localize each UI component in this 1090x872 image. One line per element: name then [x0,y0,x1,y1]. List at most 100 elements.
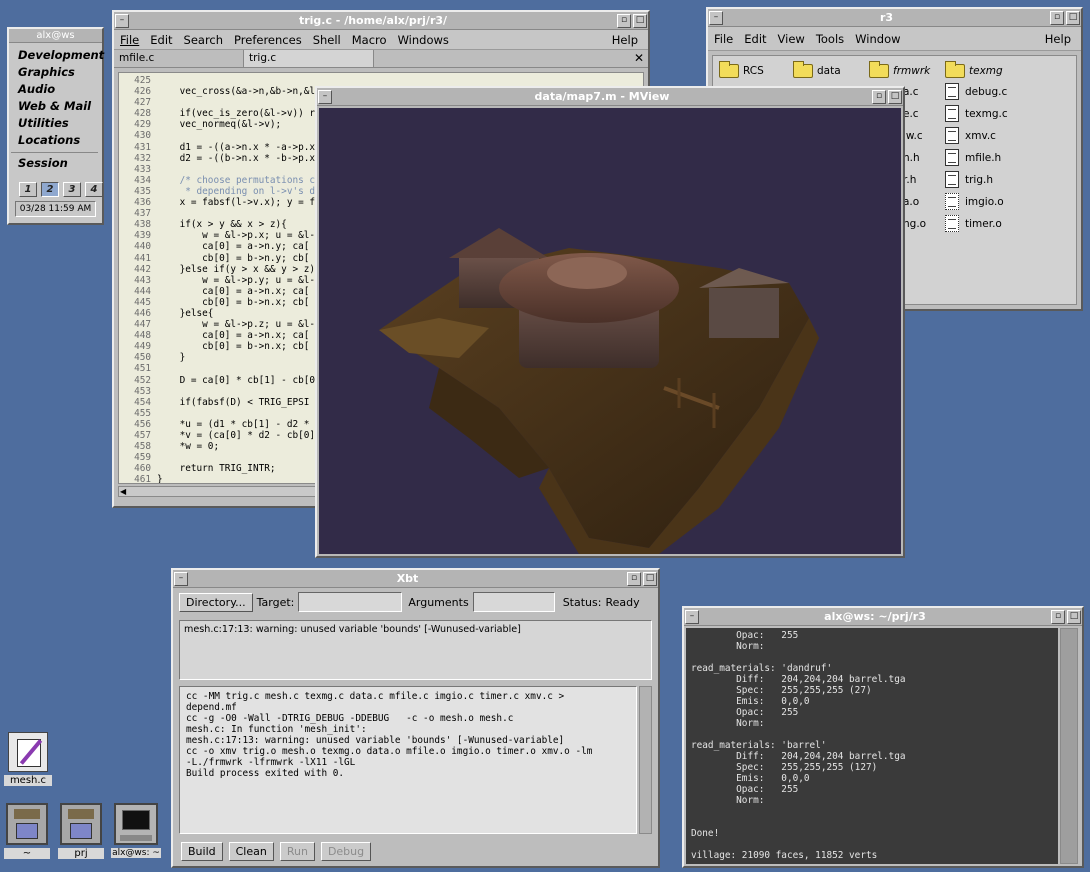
menu-preferences[interactable]: Preferences [234,33,302,47]
folder-data[interactable]: data [793,61,841,78]
window-menu-icon[interactable]: – [318,89,332,104]
maximize-icon[interactable]: □ [1067,609,1081,624]
file-imgio-o[interactable]: imgio.o [945,193,1004,210]
toolchest-item-utilities[interactable]: Utilities [18,115,102,132]
clean-button[interactable]: Clean [228,842,274,861]
terminal-scrollbar[interactable] [1060,628,1078,864]
mview-viewport[interactable] [319,108,901,554]
terminal-title: alx@ws: ~/prj/r3 [824,610,926,623]
filemanager-titlebar[interactable]: – r3 ▫ □ [708,9,1081,27]
directory-button[interactable]: Directory... [179,592,253,612]
desk-1-button[interactable]: 1 [19,182,37,197]
header-file-icon [945,171,959,188]
window-menu-icon[interactable]: – [115,13,129,28]
folder-texmg[interactable]: texmg [945,61,1003,78]
menu-search[interactable]: Search [184,33,224,47]
run-button[interactable]: Run [279,842,315,861]
desktop-icon-terminal[interactable]: alx@ws: ~ [111,803,161,858]
file-trig-h[interactable]: trig.h [945,171,993,188]
fm-menu-window[interactable]: Window [855,32,900,46]
code-text[interactable]: vec_cross(&a->n,&b->n,&l if(vec_is_zero(… [157,75,316,483]
window-menu-icon[interactable]: – [685,609,699,624]
code-line: ca[0] = a->n.y; ca[ [157,241,310,253]
window-menu-icon[interactable]: – [709,10,723,25]
file-1-1[interactable]: a.c [903,86,919,98]
desk-2-button[interactable]: 2 [41,182,59,197]
warning-entry[interactable]: mesh.c:17:13: warning: unused variable '… [184,624,647,635]
mview-titlebar[interactable]: – data/map7.m - MView ▫ □ [317,88,903,106]
status-label: Status: [562,595,602,609]
toolchest-item-graphics[interactable]: Graphics [18,64,102,81]
toolchest-item-session[interactable]: Session [18,155,102,172]
file-1-2[interactable]: e.c [903,108,919,120]
build-output[interactable]: cc -MM trig.c mesh.c texmg.c data.c mfil… [179,686,637,834]
editor-titlebar[interactable]: – trig.c - /home/alx/prj/r3/ ▫ □ [114,12,648,30]
menu-file[interactable]: File [120,33,139,47]
file-mfile-h[interactable]: mfile.h [945,149,1001,166]
toolchest-item-audio[interactable]: Audio [18,81,102,98]
folder-frmwrk[interactable]: frmwrk [869,61,930,78]
menu-shell[interactable]: Shell [313,33,341,47]
target-input[interactable] [298,592,403,612]
toolchest-item-locations[interactable]: Locations [18,132,102,149]
maximize-icon[interactable]: □ [888,89,902,104]
minimize-icon[interactable]: ▫ [1050,10,1064,25]
toolchest-item-web-mail[interactable]: Web & Mail [18,98,102,115]
code-line: if(vec_is_zero(&l->v)) r [157,108,316,120]
desk-4-button[interactable]: 4 [85,182,103,197]
fm-menu-tools[interactable]: Tools [816,32,844,46]
folder-rcs[interactable]: RCS [719,61,764,78]
minimize-icon[interactable]: ▫ [627,571,641,586]
desk-3-button[interactable]: 3 [63,182,81,197]
desktop-icon-mesh[interactable]: mesh.c [4,732,52,786]
village-scene [379,228,819,554]
minimize-icon[interactable]: ▫ [617,13,631,28]
toolchest-item-development[interactable]: Development [18,47,104,64]
object-file-icon [945,193,959,210]
minimize-icon[interactable]: ▫ [1051,609,1065,624]
code-line: if(x > y && x > z){ [157,219,287,231]
file-1-5[interactable]: r.h [903,174,916,186]
fm-menu-file[interactable]: File [714,32,733,46]
terminal-titlebar[interactable]: – alx@ws: ~/prj/r3 ▫ □ [684,608,1082,626]
menu-windows[interactable]: Windows [398,33,449,47]
code-line: D = ca[0] * cb[1] - cb[0 [157,374,316,386]
file-1-4[interactable]: h.h [903,152,920,164]
file-timer-o[interactable]: timer.o [945,215,1002,232]
desktop-icon-prj[interactable]: prj [58,803,104,859]
maximize-icon[interactable]: □ [643,571,657,586]
fm-menu-edit[interactable]: Edit [744,32,766,46]
output-scrollbar[interactable] [639,686,652,834]
file-xmv-c[interactable]: xmv.c [945,127,996,144]
code-line: *u = (d1 * cb[1] - d2 * [157,418,310,430]
debug-button[interactable]: Debug [320,842,372,861]
tab-close-icon[interactable]: ✕ [634,51,644,65]
xbt-titlebar[interactable]: – Xbt ▫ □ [173,570,658,588]
hscroll-left-icon[interactable]: ◀ [120,487,126,496]
maximize-icon[interactable]: □ [1066,10,1080,25]
tab-mfile[interactable]: mfile.c [114,50,244,67]
fm-menu-help[interactable]: Help [1045,32,1071,46]
window-menu-icon[interactable]: – [174,571,188,586]
menu-edit[interactable]: Edit [150,33,172,47]
file-1-6[interactable]: a.o [903,196,919,208]
file-1-3[interactable]: lw.c [903,130,923,142]
desktop-icon-home[interactable]: ~ [4,803,50,859]
warnings-list[interactable]: mesh.c:17:13: warning: unused variable '… [179,620,652,680]
minimize-icon[interactable]: ▫ [872,89,886,104]
file-1-7[interactable]: ng.o [903,218,926,230]
file-texmg-c[interactable]: texmg.c [945,105,1008,122]
menu-help[interactable]: Help [612,33,638,47]
target-label: Target: [256,595,295,609]
tab-trig[interactable]: trig.c [244,50,374,67]
build-button[interactable]: Build [181,842,223,861]
terminal-output[interactable]: Opac: 255 Norm: read_materials: 'dandruf… [686,628,1058,864]
arguments-input[interactable] [472,592,555,612]
code-line: d1 = -((a->n.x * -a->p.x [157,141,316,153]
fm-menu-view[interactable]: View [778,32,805,46]
toolchest-titlebar[interactable]: alx@ws [9,29,102,43]
code-line: } [157,352,186,364]
file-debug-c[interactable]: debug.c [945,83,1007,100]
menu-macro[interactable]: Macro [352,33,387,47]
maximize-icon[interactable]: □ [633,13,647,28]
